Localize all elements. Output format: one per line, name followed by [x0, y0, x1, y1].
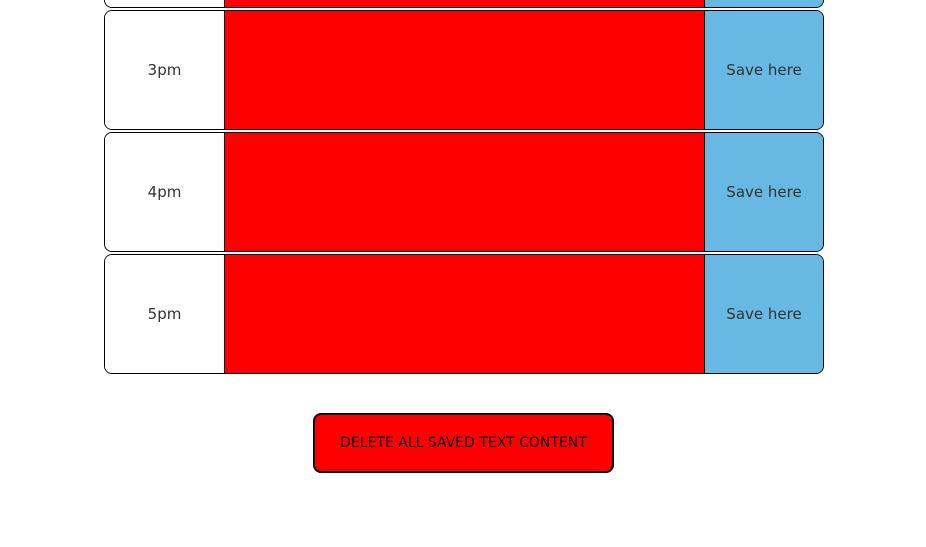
hour-label: 4pm: [105, 133, 225, 251]
save-button[interactable]: Save here: [704, 255, 823, 373]
scheduler: 3pm Save here 4pm Save here 5pm Save her…: [104, 0, 824, 376]
time-block-3pm: 3pm Save here: [104, 10, 824, 130]
event-textarea[interactable]: [225, 11, 704, 129]
hour-label: [105, 0, 225, 7]
hour-label: 5pm: [105, 255, 225, 373]
event-textarea[interactable]: [225, 133, 704, 251]
delete-all-button[interactable]: DELETE ALL SAVED TEXT CONTENT: [313, 413, 614, 473]
save-button[interactable]: Save here: [704, 133, 823, 251]
save-button[interactable]: [704, 0, 823, 7]
event-textarea[interactable]: [225, 255, 704, 373]
time-block-4pm: 4pm Save here: [104, 132, 824, 252]
event-textarea[interactable]: [225, 0, 704, 7]
hour-label: 3pm: [105, 11, 225, 129]
time-block-2pm: [104, 0, 824, 8]
time-block-5pm: 5pm Save here: [104, 254, 824, 374]
save-button[interactable]: Save here: [704, 11, 823, 129]
